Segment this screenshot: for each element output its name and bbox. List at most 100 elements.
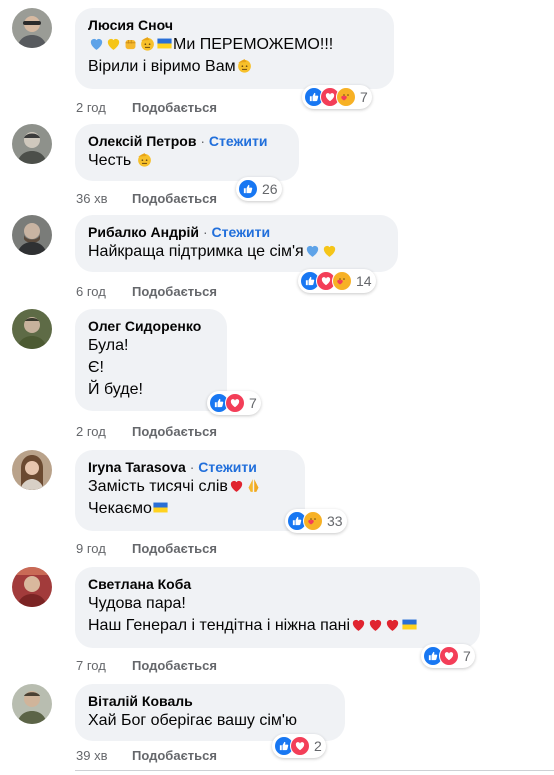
- reaction-count: 7: [249, 395, 257, 411]
- comment-author[interactable]: Рибалко Андрій: [88, 224, 199, 240]
- comment-time[interactable]: 6 год: [75, 284, 132, 299]
- like-button[interactable]: Подобається: [132, 658, 217, 673]
- comment-text-line: Хай Бог оберігає вашу сім'ю: [88, 712, 297, 729]
- comment-text-line: Ми ПЕРЕМОЖЕМО!!!: [88, 34, 382, 56]
- comment-bubble: Олексій Петров · Стежити Честь: [75, 124, 299, 181]
- saluting-face-icon: [236, 57, 253, 74]
- comment-text-line: Наш Генерал і тендітна і ніжна пані: [88, 615, 468, 637]
- like-button[interactable]: Подобається: [132, 424, 217, 439]
- reactions-summary[interactable]: 7: [421, 644, 475, 668]
- reaction-count: 14: [356, 273, 372, 289]
- avatar[interactable]: [12, 450, 52, 490]
- love-reaction-icon: [290, 736, 310, 756]
- avatar[interactable]: [12, 8, 52, 48]
- reactions-summary[interactable]: 33: [285, 509, 347, 533]
- comment-author[interactable]: Віталій Коваль: [88, 692, 333, 710]
- comment-text-line: Була!: [88, 337, 129, 354]
- like-button[interactable]: Подобається: [132, 284, 217, 299]
- like-button[interactable]: Подобається: [132, 541, 217, 556]
- comment-meta: 39 хв Подобається: [75, 748, 217, 763]
- love-reaction-icon: [225, 393, 245, 413]
- comment-meta: 2 год Подобається: [75, 100, 217, 115]
- blue-heart-icon: [304, 242, 321, 259]
- reaction-count: 7: [463, 648, 471, 664]
- comment-time[interactable]: 36 хв: [75, 191, 132, 206]
- care-reaction-icon: [336, 87, 356, 107]
- separator-dot: ·: [202, 224, 208, 240]
- avatar[interactable]: [12, 567, 52, 607]
- reaction-count: 33: [327, 513, 343, 529]
- comment-text-line: Чекаємо: [88, 498, 293, 520]
- red-heart-icon: [367, 616, 384, 633]
- comment-bubble: Віталій Коваль Хай Бог оберігає вашу сім…: [75, 684, 345, 741]
- comment-bubble: Олег Сидоренко Була! Є! Й буде!: [75, 309, 227, 411]
- ukraine-flag-icon: [152, 499, 169, 516]
- love-reaction-icon: [439, 646, 459, 666]
- avatar[interactable]: [12, 684, 52, 724]
- follow-link[interactable]: Стежити: [209, 133, 268, 149]
- comment-author[interactable]: Олег Сидоренко: [88, 317, 215, 335]
- like-button[interactable]: Подобається: [132, 748, 217, 763]
- comment-author[interactable]: Олексій Петров: [88, 133, 196, 149]
- reactions-summary[interactable]: 7: [302, 85, 372, 109]
- comment-meta: 6 год Подобається: [75, 284, 217, 299]
- divider: [75, 770, 554, 771]
- comment-author[interactable]: Светлана Коба: [88, 575, 468, 593]
- comment-text-line: Вірили і віримо Вам: [88, 56, 382, 78]
- comment-text-line: Чудова пара!: [88, 595, 186, 612]
- ukraine-flag-icon: [401, 616, 418, 633]
- follow-link[interactable]: Стежити: [198, 459, 257, 475]
- comment-author[interactable]: Iryna Tarasova: [88, 459, 186, 475]
- comment-meta: 2 год Подобається: [75, 424, 217, 439]
- care-reaction-icon: [303, 511, 323, 531]
- like-reaction-icon: [238, 179, 258, 199]
- comment-bubble: Светлана Коба Чудова пара! Наш Генерал і…: [75, 567, 480, 648]
- avatar[interactable]: [12, 124, 52, 164]
- comment-text-line: Є!: [88, 359, 104, 376]
- red-heart-icon: [384, 616, 401, 633]
- follow-link[interactable]: Стежити: [212, 224, 271, 240]
- like-button[interactable]: Подобається: [132, 191, 217, 206]
- comment-time[interactable]: 39 хв: [75, 748, 132, 763]
- comment-time[interactable]: 9 год: [75, 541, 132, 556]
- comment-meta: 7 год Подобається: [75, 658, 217, 673]
- ukraine-flag-icon: [156, 35, 173, 52]
- reaction-count: 7: [360, 89, 368, 105]
- red-heart-icon: [350, 616, 367, 633]
- avatar[interactable]: [12, 215, 52, 255]
- raised-fist-icon: [122, 35, 139, 52]
- reaction-count: 26: [262, 181, 278, 197]
- yellow-heart-icon: [321, 242, 338, 259]
- reactions-summary[interactable]: 7: [207, 391, 261, 415]
- care-reaction-icon: [332, 271, 352, 291]
- reactions-summary[interactable]: 26: [236, 177, 282, 201]
- comment-author-line: Iryna Tarasova · Стежити: [88, 458, 293, 476]
- comment-text-line: Й буде!: [88, 381, 143, 398]
- comment-text-line: Найкраща підтримка це сім'я: [88, 241, 386, 263]
- comment-bubble: Люсия Сноч Ми ПЕРЕМОЖЕМО!!! Вірили і вір…: [75, 8, 394, 89]
- comment-text-line: Честь: [88, 150, 287, 172]
- separator-dot: ·: [189, 459, 195, 475]
- comment-author-line: Олексій Петров · Стежити: [88, 132, 287, 150]
- comment-text-line: Замість тисячі слів: [88, 476, 293, 498]
- yellow-heart-icon: [105, 35, 122, 52]
- comment-bubble: Iryna Tarasova · Стежити Замість тисячі …: [75, 450, 305, 531]
- comment-meta: 9 год Подобається: [75, 541, 217, 556]
- comment-time[interactable]: 2 год: [75, 424, 132, 439]
- reactions-summary[interactable]: 2: [272, 734, 326, 758]
- comment-author[interactable]: Люсия Сноч: [88, 16, 382, 34]
- blue-heart-icon: [88, 35, 105, 52]
- reactions-summary[interactable]: 14: [298, 269, 376, 293]
- praying-hands-icon: [245, 477, 262, 494]
- reaction-count: 2: [314, 738, 322, 754]
- comment-time[interactable]: 7 год: [75, 658, 132, 673]
- comment-time[interactable]: 2 год: [75, 100, 132, 115]
- saluting-face-icon: [136, 151, 153, 168]
- comment-author-line: Рибалко Андрій · Стежити: [88, 223, 386, 241]
- avatar[interactable]: [12, 309, 52, 349]
- like-button[interactable]: Подобається: [132, 100, 217, 115]
- separator-dot: ·: [200, 133, 205, 149]
- red-heart-icon: [228, 477, 245, 494]
- saluting-face-icon: [139, 35, 156, 52]
- comment-meta: 36 хв Подобається: [75, 191, 217, 206]
